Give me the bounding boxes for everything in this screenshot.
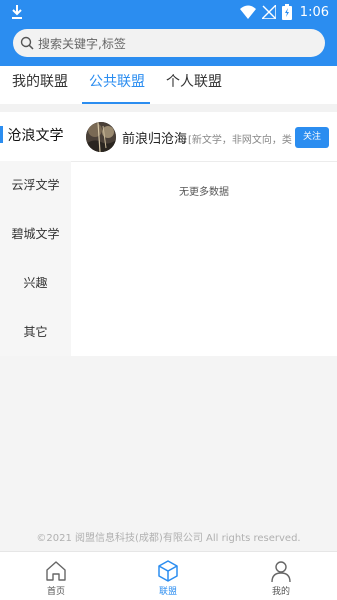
download-icon [12,5,22,19]
sidebar-item-bicheng[interactable]: 碧城文学 [0,210,71,259]
nav-mine[interactable]: 我的 [251,552,311,600]
sidebar-item-label: 兴趣 [23,276,48,290]
status-bar: 1:06 [0,0,337,24]
league-tags: [新文学，非网文向，类 [188,135,292,146]
avatar [86,122,116,152]
wifi-icon [239,5,256,19]
nav-league[interactable]: 联盟 [138,552,198,600]
search-input[interactable]: 搜索关键字,标签 [13,29,325,57]
sidebar-item-label: 沧浪文学 [7,128,64,144]
league-list: 前浪归沧海 [新文学，非网文向，类 关注 无更多数据 [71,112,337,356]
tab-bar: 我的联盟 公共联盟 个人联盟 [0,66,337,104]
nav-label: 联盟 [158,587,177,597]
status-time: 1:06 [299,4,329,20]
search-placeholder: 搜索关键字,标签 [38,36,126,51]
person-icon [271,561,291,583]
league-name: 前浪归沧海 [122,132,188,147]
sidebar-item-label: 碧城文学 [11,227,60,241]
copyright-text: ©2021 阅盟信息科技(成都)有限公司 All rights reserved… [36,533,301,544]
home-icon [46,561,66,581]
bottom-nav: 首页 联盟 我的 [0,551,337,600]
search-icon [20,36,34,50]
sidebar-item-label: 其它 [23,325,48,339]
tab-personal-league[interactable]: 个人联盟 [166,66,222,104]
sidebar-item-yunfu[interactable]: 云浮文学 [0,161,71,210]
sidebar-item-other[interactable]: 其它 [0,308,71,357]
nav-label: 首页 [46,587,65,597]
cube-icon [158,560,178,582]
list-item[interactable]: 前浪归沧海 [新文学，非网文向，类 关注 [71,112,337,162]
tab-my-league[interactable]: 我的联盟 [12,66,68,104]
signal-icon [261,5,276,19]
battery-icon [281,4,292,20]
nav-home[interactable]: 首页 [26,552,86,600]
sidebar-item-canglang[interactable]: 沧浪文学 [0,112,71,161]
sidebar-item-label: 云浮文学 [11,178,60,192]
header: 1:06 搜索关键字,标签 [0,0,337,66]
category-sidebar: 沧浪文学 云浮文学 碧城文学 兴趣 其它 [0,112,71,356]
divider [0,104,337,112]
nav-label: 我的 [271,587,290,597]
follow-button[interactable]: 关注 [295,127,329,148]
sidebar-item-interest[interactable]: 兴趣 [0,259,71,308]
no-more-data: 无更多数据 [179,187,229,198]
active-category-marker [0,126,3,143]
tab-public-league[interactable]: 公共联盟 [89,66,145,104]
